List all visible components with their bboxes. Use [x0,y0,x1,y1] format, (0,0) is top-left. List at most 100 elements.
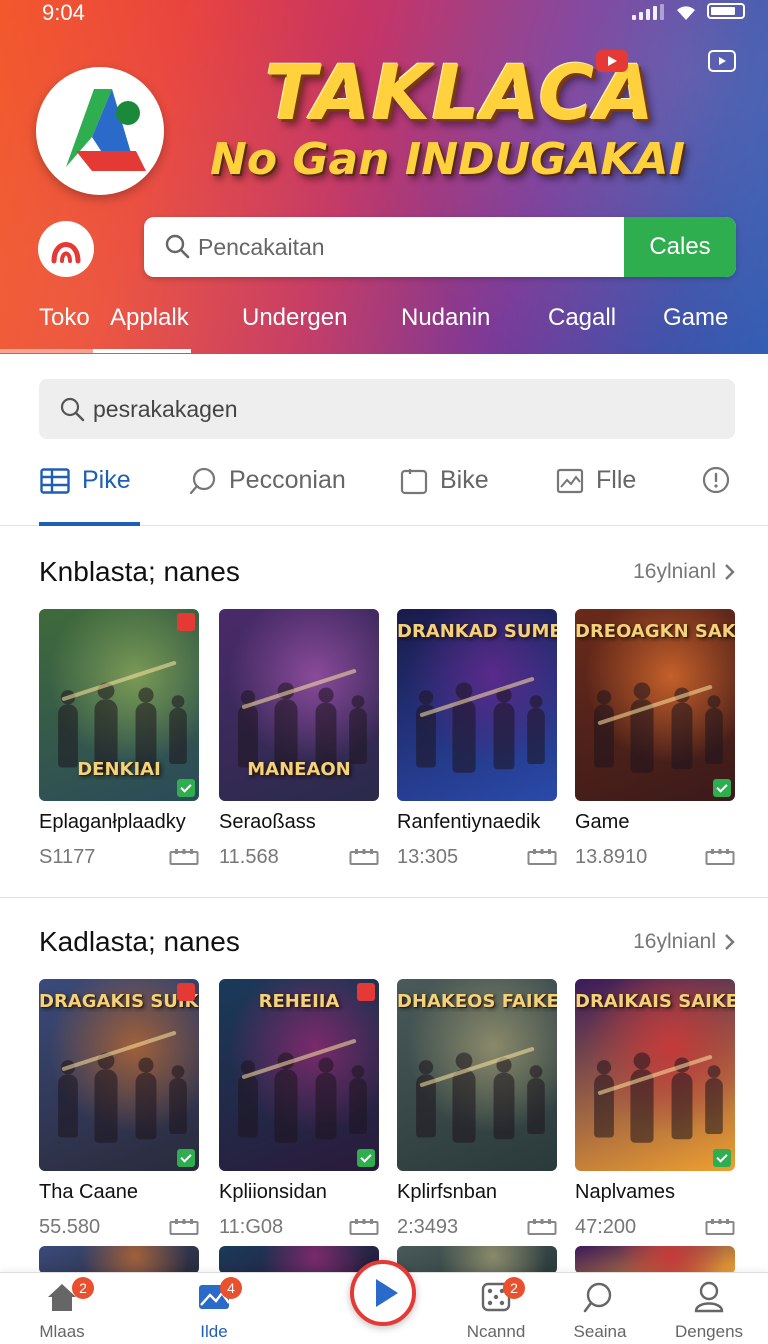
download-icon[interactable] [527,848,557,866]
main-search-input[interactable] [93,379,693,439]
character-silhouette [94,1052,118,1143]
game-meta: 2:3493 [397,1216,557,1240]
header-tab-indicator-inactive [0,349,93,353]
game-card[interactable]: DREOAGKN SAKE Game 13.8910 [575,609,735,870]
section-see-all-link[interactable]: 16ylnianl [633,560,736,584]
download-count: S1177 [39,846,96,868]
nav-label: Mlaas [39,1322,85,1341]
game-thumbnail[interactable] [397,1246,557,1274]
game-thumbnail[interactable] [575,1246,735,1274]
download-count: 11.568 [219,846,279,868]
game-thumbnail[interactable] [219,1246,379,1274]
game-card[interactable] [575,1246,735,1274]
profile-button[interactable] [38,221,94,277]
notification-badge: 2 [72,1277,94,1299]
character-silhouette [274,1052,298,1143]
download-icon[interactable] [705,848,735,866]
section-see-all-link[interactable]: 16ylnianl [633,930,736,954]
nav-item-ilde[interactable]: 4 Ilde [164,1277,264,1342]
game-card[interactable] [219,1246,379,1274]
nav-item-mlaas[interactable]: 2 Mlaas [12,1277,112,1342]
game-card[interactable] [39,1246,199,1274]
download-icon[interactable] [705,1218,735,1236]
character-silhouette [452,682,476,773]
play-icon[interactable] [350,1260,416,1326]
light-beam [597,684,713,726]
game-card[interactable]: DENKIAI Eplaganłplaadky S1177 [39,609,199,870]
game-thumbnail[interactable]: DRAIKAIS SAIKE [575,979,735,1171]
notification-badge: 4 [220,1277,242,1299]
section-see-all-label: 16ylnianl [633,560,716,583]
download-icon[interactable] [169,848,199,866]
clipboard-icon [400,468,428,494]
game-art-title: DENKIAI [77,759,161,780]
game-art-title: DRAIKAIS SAIKE [575,991,735,1012]
tab-flle[interactable]: Flle [556,466,636,495]
header-tab-toko[interactable]: Toko [39,304,90,332]
game-card[interactable]: DRAIKAIS SAIKE Naplvames 47:200 [575,979,735,1240]
header-tab-nudanin[interactable]: Nudanin [401,304,490,332]
nav-item-dengens[interactable]: Dengens [659,1281,759,1342]
header-search-button[interactable]: Cales [624,217,736,277]
game-card[interactable]: DRAGAKIS SUIKE Tha Caane 55.580 [39,979,199,1240]
main-search-bar[interactable] [39,379,735,439]
character-silhouette [527,695,545,764]
section-title: Knblasta; nanes [39,556,240,587]
game-name: Eplaganłplaadky [39,811,186,833]
light-beam [241,668,357,710]
tab-pecconian[interactable]: Pecconian [189,466,346,495]
nav-item-seaina[interactable]: Seaina [550,1281,650,1342]
game-thumbnail[interactable]: DRAGAKIS SUIKE [39,979,199,1171]
header-tab-undergen[interactable]: Undergen [242,304,347,332]
game-thumbnail[interactable]: DHAKEOS FAIKE [397,979,557,1171]
hot-flag-icon [177,983,195,1001]
download-count: 2:3493 [397,1216,459,1238]
game-thumbnail[interactable]: DRANKAD SUME [397,609,557,801]
download-icon[interactable] [527,1218,557,1236]
game-card[interactable] [397,1246,557,1274]
download-icon[interactable] [349,1218,379,1236]
header-tab-game[interactable]: Game [663,304,728,332]
download-icon[interactable] [349,848,379,866]
game-meta: S1177 [39,846,199,870]
header-tab-cagall[interactable]: Cagall [548,304,616,332]
game-thumbnail[interactable] [39,1246,199,1274]
game-card[interactable]: REHEIIA Kpliionsidan 11:G08 [219,979,379,1240]
character-silhouette [705,695,723,764]
tab-info[interactable] [702,466,730,494]
header-search-bar[interactable]: Cales [144,217,736,277]
tab-pike[interactable]: Pike [40,466,131,495]
game-card[interactable]: DHAKEOS FAIKE Kplirfsnban 2:3493 [397,979,557,1240]
game-thumbnail[interactable]: DREOAGKN SAKE [575,609,735,801]
game-thumbnail[interactable]: REHEIIA [219,979,379,1171]
download-count: 55.580 [39,1216,101,1238]
tab-bike[interactable]: Bike [400,466,489,495]
status-bar: 9:04 [0,0,768,30]
download-icon[interactable] [169,1218,199,1236]
section-see-all-label: 16ylnianl [633,930,716,953]
cast-icon[interactable] [708,50,736,72]
download-count: 11:G08 [219,1216,284,1238]
game-meta: 13:305 [397,846,557,870]
game-name: Naplvames [575,1181,676,1203]
game-thumbnail[interactable]: MANEAON [219,609,379,801]
search-icon [60,397,85,422]
character-silhouette [135,1057,157,1140]
tab-pike-label: Pike [82,466,131,494]
search-icon [165,234,190,259]
character-silhouette [594,690,614,768]
game-card[interactable]: DRANKAD SUME Ranfentiynaedik 13:305 [397,609,557,870]
game-card[interactable]: MANEAON Seraoßass 11.568 [219,609,379,870]
light-beam [241,1038,357,1080]
info-icon [702,466,730,494]
video-badge-icon[interactable] [596,50,628,72]
game-meta: 55.580 [39,1216,199,1240]
category-tab-indicator [39,522,140,526]
nav-item-ncannd[interactable]: 2 Ncannd [446,1277,546,1342]
image-icon [556,468,584,493]
header-tab-applalk[interactable]: Applalk [110,304,189,332]
game-thumbnail[interactable]: DENKIAI [39,609,199,801]
header-search-input[interactable] [198,217,618,277]
character-silhouette [493,1057,515,1140]
app-logo[interactable] [36,67,164,195]
